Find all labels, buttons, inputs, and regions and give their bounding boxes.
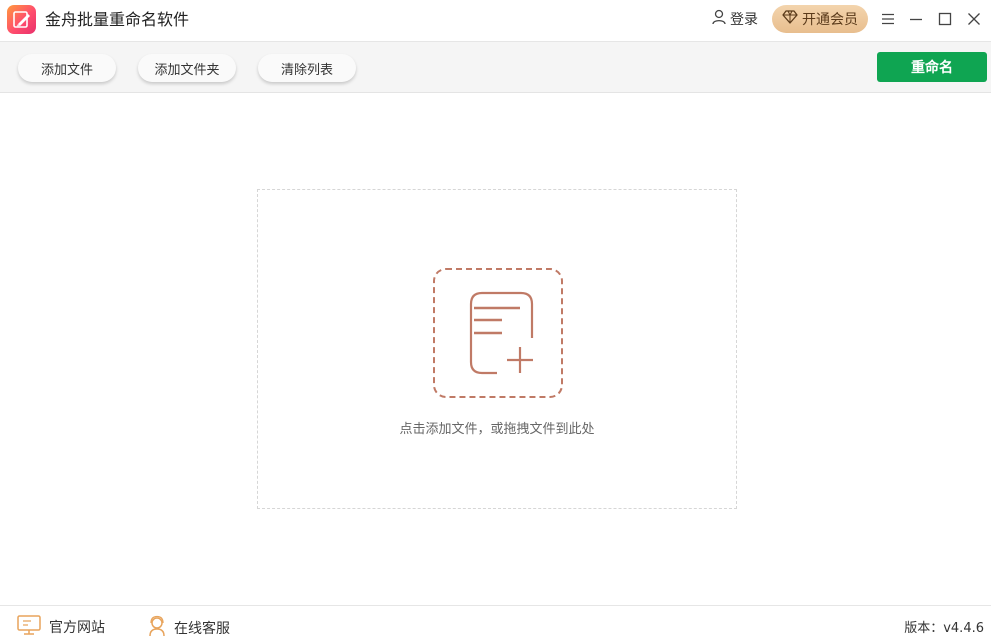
title-bar: 金舟批量重命名软件 登录 开通会员 (0, 0, 991, 42)
online-support-label: 在线客服 (174, 621, 230, 637)
drop-hint-text: 点击添加文件，或拖拽文件到此处 (399, 422, 595, 437)
add-folder-button[interactable]: 添加文件夹 (138, 54, 236, 82)
toolbar: 添加文件 添加文件夹 清除列表 重命名 (0, 42, 991, 93)
customer-service-icon (148, 615, 166, 638)
footer: 官方网站 在线客服 版本：v4.4.6 (0, 605, 991, 638)
minimize-icon[interactable] (906, 9, 926, 29)
version-label: 版本：v4.4.6 (904, 621, 984, 636)
login-button[interactable]: 登录 (711, 9, 758, 29)
file-drop-zone[interactable]: 点击添加文件，或拖拽文件到此处 (257, 189, 737, 509)
close-icon[interactable] (964, 9, 984, 29)
maximize-icon[interactable] (935, 9, 955, 29)
user-icon (711, 9, 727, 29)
official-website-link[interactable]: 官方网站 (17, 615, 105, 638)
clear-list-button[interactable]: 清除列表 (258, 54, 356, 82)
diamond-icon (782, 10, 798, 28)
online-support-link[interactable]: 在线客服 (148, 615, 230, 638)
app-title: 金舟批量重命名软件 (45, 10, 190, 29)
official-website-label: 官方网站 (49, 620, 105, 636)
vip-label: 开通会员 (802, 12, 858, 28)
hamburger-menu-icon[interactable] (878, 9, 898, 29)
login-label: 登录 (730, 12, 758, 28)
app-logo-icon (7, 5, 36, 34)
add-file-button[interactable]: 添加文件 (18, 54, 116, 82)
rename-button[interactable]: 重命名 (877, 52, 987, 82)
add-file-icon[interactable] (433, 268, 563, 398)
monitor-icon (17, 615, 41, 638)
vip-button[interactable]: 开通会员 (772, 5, 868, 33)
